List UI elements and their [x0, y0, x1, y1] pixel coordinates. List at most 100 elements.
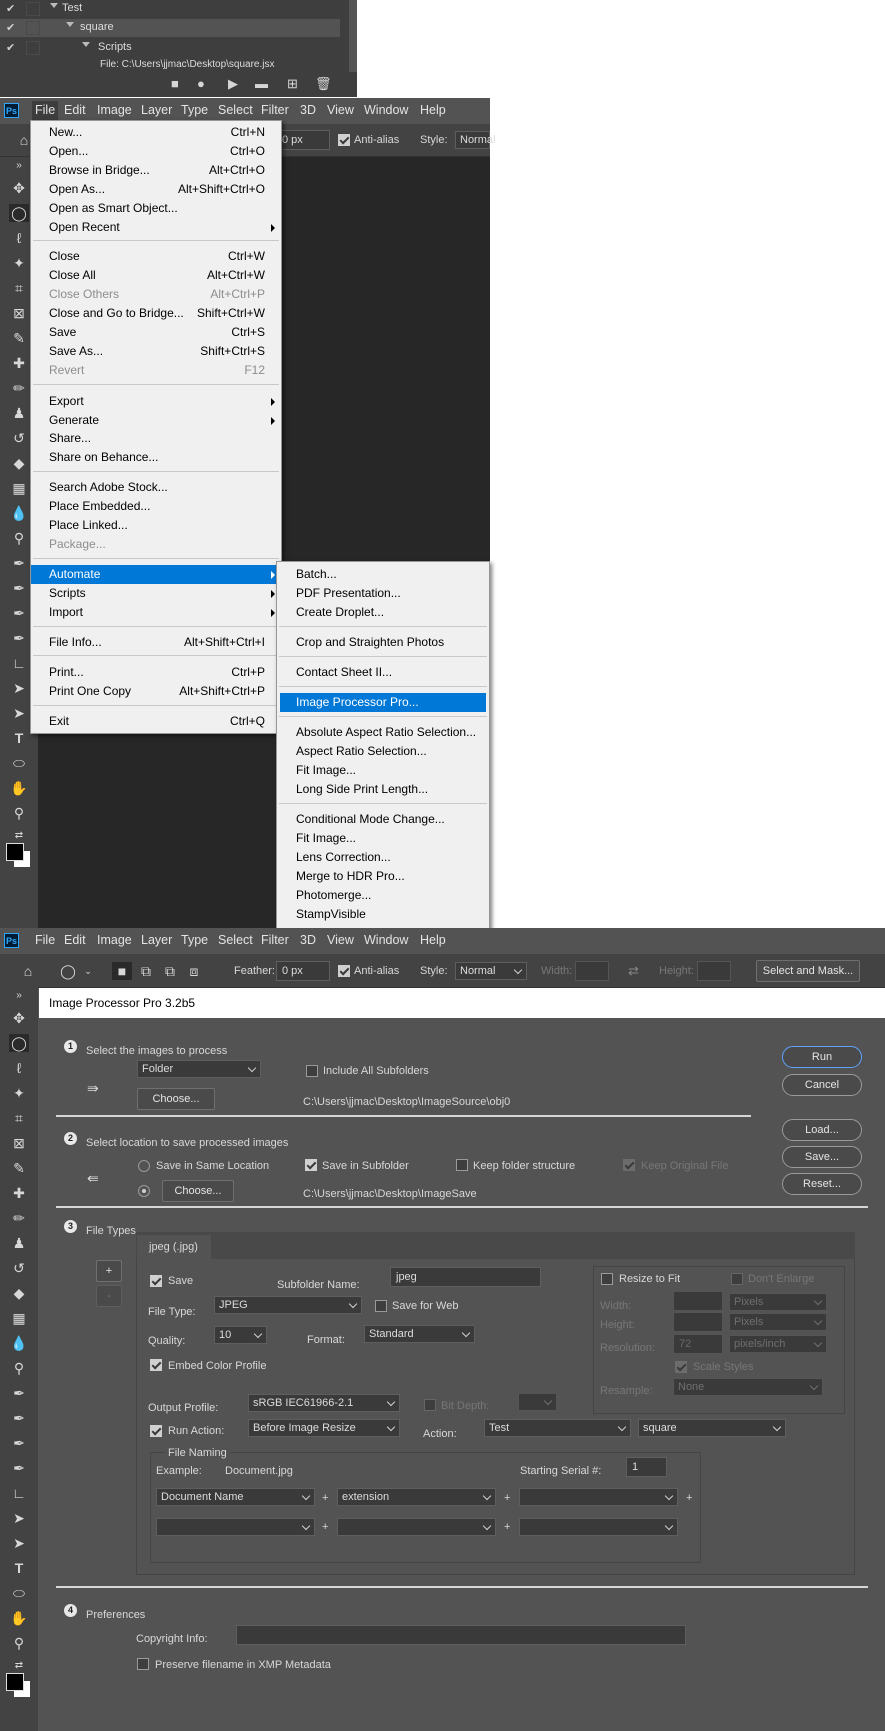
submenu-item-stampvisible[interactable]: StampVisible: [277, 905, 489, 924]
menu-item-place-embedded[interactable]: Place Embedded...: [31, 497, 281, 516]
swap-icon[interactable]: ⇄: [628, 963, 639, 979]
width-input[interactable]: [575, 961, 609, 981]
submenu-item-pdf-presentation[interactable]: PDF Presentation...: [277, 584, 489, 603]
brush-tool-icon[interactable]: ✏: [9, 1209, 29, 1227]
menu-filter[interactable]: Filter: [261, 103, 289, 117]
submenu-item-photomerge[interactable]: Photomerge...: [277, 886, 489, 905]
marquee-tool-icon[interactable]: ◯: [9, 1034, 29, 1052]
submenu-item-fit-image[interactable]: Fit Image...: [277, 761, 489, 780]
menu-item-place-linked[interactable]: Place Linked...: [31, 516, 281, 535]
gradient-icon[interactable]: ▦: [9, 1309, 29, 1327]
menu-item-exit[interactable]: Exit Ctrl+Q: [31, 712, 281, 731]
menu-type[interactable]: Type: [181, 103, 208, 117]
magic-wand-icon[interactable]: ✦: [9, 254, 29, 272]
home-icon[interactable]: ⌂: [18, 962, 38, 980]
frame-tool-icon[interactable]: ⊠: [9, 1134, 29, 1152]
eyedropper-icon[interactable]: ✎: [9, 329, 29, 347]
move-tool-icon[interactable]: ✥: [9, 1009, 29, 1027]
type-tool-icon[interactable]: T: [9, 1559, 29, 1577]
style-dropdown[interactable]: Normal: [455, 131, 495, 149]
antialias-checkbox[interactable]: [338, 134, 350, 146]
naming-row1-col3[interactable]: [519, 1488, 678, 1506]
menu-item-open-recent[interactable]: Open Recent: [31, 218, 281, 237]
blur-tool-icon[interactable]: 💧: [9, 1334, 29, 1352]
panel-scrollbar[interactable]: [349, 0, 357, 72]
lasso-tool-icon[interactable]: ℓ: [9, 229, 29, 247]
menu-item-browse-bridge[interactable]: Browse in Bridge... Alt+Ctrl+O: [31, 161, 281, 180]
naming-row1-col2[interactable]: extension: [337, 1488, 496, 1506]
hand-tool-icon[interactable]: ✋: [9, 1609, 29, 1627]
check-icon[interactable]: ✔: [6, 21, 15, 34]
copyright-input[interactable]: [236, 1625, 686, 1645]
naming-row2-col1[interactable]: [156, 1518, 315, 1536]
reset-button[interactable]: Reset...: [782, 1173, 862, 1195]
freeform-pen-icon[interactable]: ✒: [9, 1409, 29, 1427]
submenu-item-create-droplet[interactable]: Create Droplet...: [277, 603, 489, 622]
menu-item-save[interactable]: Save Ctrl+S: [31, 323, 281, 342]
dialog-toggle-box[interactable]: [26, 41, 40, 55]
action-dropdown[interactable]: square: [638, 1419, 786, 1437]
zoom-tool-icon[interactable]: ⚲: [9, 1634, 29, 1652]
include-subfolders-checkbox[interactable]: [306, 1065, 318, 1077]
foreground-color-swatch[interactable]: [6, 843, 24, 861]
select-and-mask-button[interactable]: Select and Mask...: [756, 960, 860, 982]
save-jpeg-checkbox[interactable]: [150, 1275, 162, 1287]
expand-triangle-icon[interactable]: [82, 42, 90, 47]
crop-tool-icon[interactable]: ⌗: [9, 279, 29, 297]
lasso-tool-icon[interactable]: ℓ: [9, 1059, 29, 1077]
add-anchor-icon[interactable]: ✒: [9, 1434, 29, 1452]
menu-view[interactable]: View: [327, 103, 354, 117]
dodge-tool-icon[interactable]: ⚲: [9, 1359, 29, 1377]
choose-source-button[interactable]: Choose...: [137, 1088, 215, 1110]
menu-image[interactable]: Image: [97, 103, 132, 117]
direct-select-icon[interactable]: ➤: [9, 704, 29, 722]
history-brush-icon[interactable]: ↺: [9, 1259, 29, 1277]
delete-anchor-icon[interactable]: ✒: [9, 629, 29, 647]
menu-item-close-go-bridge[interactable]: Close and Go to Bridge... Shift+Ctrl+W: [31, 304, 281, 323]
output-profile-dropdown[interactable]: sRGB IEC61966-2.1: [248, 1394, 400, 1412]
submenu-item-conditional-mode[interactable]: Conditional Mode Change...: [277, 810, 489, 829]
run-action-checkbox[interactable]: [150, 1425, 162, 1437]
submenu-item-contact-sheet[interactable]: Contact Sheet II...: [277, 663, 489, 682]
frame-tool-icon[interactable]: ⊠: [9, 304, 29, 322]
menu-item-new[interactable]: New... Ctrl+N: [31, 123, 281, 142]
gradient-icon[interactable]: ▦: [9, 479, 29, 497]
file-type-dropdown[interactable]: JPEG: [214, 1296, 362, 1314]
height-input[interactable]: [697, 961, 731, 981]
ellipse-tool-icon[interactable]: ⬭: [9, 754, 29, 772]
expand-triangle-icon[interactable]: [66, 22, 74, 27]
menu-type[interactable]: Type: [181, 933, 208, 947]
choose-location-radio[interactable]: [138, 1185, 150, 1197]
record-icon[interactable]: ●: [197, 76, 205, 91]
menu-item-export[interactable]: Export: [31, 392, 281, 411]
save-same-location-radio[interactable]: [138, 1160, 150, 1172]
submenu-item-merge-hdr[interactable]: Merge to HDR Pro...: [277, 867, 489, 886]
freeform-pen-icon[interactable]: ✒: [9, 579, 29, 597]
pen-tool-icon[interactable]: ✒: [9, 554, 29, 572]
menu-window[interactable]: Window: [364, 933, 408, 947]
dialog-toggle-box[interactable]: [26, 21, 40, 35]
menu-layer[interactable]: Layer: [141, 103, 172, 117]
add-selection-icon[interactable]: ⧉: [136, 962, 156, 980]
check-icon[interactable]: ✔: [6, 2, 15, 15]
foreground-color-swatch[interactable]: [6, 1673, 24, 1691]
run-button[interactable]: Run: [782, 1046, 862, 1068]
cancel-button[interactable]: Cancel: [782, 1074, 862, 1096]
style-dropdown[interactable]: Normal: [455, 962, 527, 980]
serial-input[interactable]: 1: [626, 1457, 667, 1477]
subtract-selection-icon[interactable]: ⧉: [160, 962, 180, 980]
path-select-icon[interactable]: ➤: [9, 679, 29, 697]
history-brush-icon[interactable]: ↺: [9, 429, 29, 447]
intersect-selection-icon[interactable]: ⧈: [184, 962, 204, 980]
new-selection-icon[interactable]: ■: [112, 962, 132, 980]
quality-dropdown[interactable]: 10: [214, 1326, 267, 1344]
delete-anchor-icon[interactable]: ✒: [9, 1459, 29, 1477]
menu-3d[interactable]: 3D: [300, 103, 316, 117]
antialias-checkbox[interactable]: [338, 965, 350, 977]
add-filetype-button[interactable]: +: [96, 1260, 122, 1282]
choose-destination-button[interactable]: Choose...: [162, 1180, 234, 1202]
expand-triangle-icon[interactable]: [50, 3, 58, 8]
menu-edit[interactable]: Edit: [64, 103, 86, 117]
trash-icon[interactable]: 🗑: [315, 76, 332, 92]
type-tool-icon[interactable]: T: [9, 729, 29, 747]
